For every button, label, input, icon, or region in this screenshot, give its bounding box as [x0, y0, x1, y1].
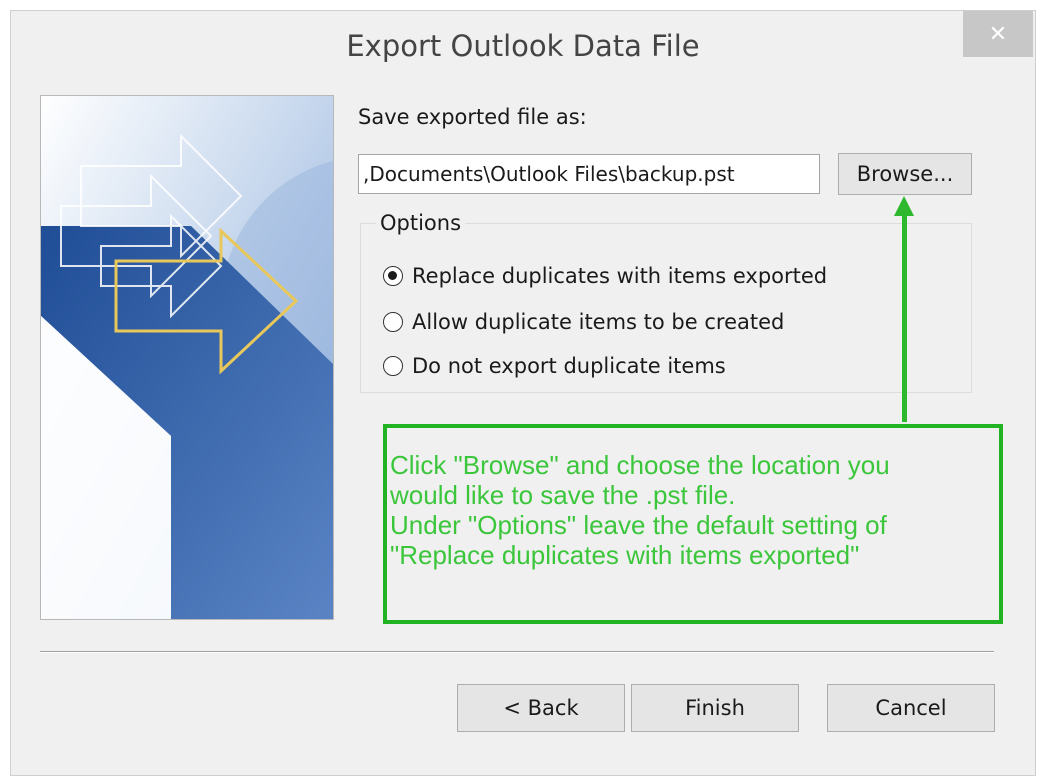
radio-button[interactable] — [383, 356, 403, 376]
radio-no-duplicates[interactable]: Do not export duplicate items — [383, 354, 726, 378]
radio-label: Allow duplicate items to be created — [412, 310, 785, 334]
options-legend: Options — [376, 211, 466, 235]
radio-allow-duplicates[interactable]: Allow duplicate items to be created — [383, 310, 784, 334]
annotation-arrow-icon — [894, 196, 914, 216]
finish-button[interactable]: Finish — [631, 684, 799, 732]
radio-button-checked[interactable] — [383, 266, 403, 286]
annotation-line: would like to save the .pst file. — [390, 480, 736, 510]
annotation-text: Click "Browse" and choose the location y… — [390, 450, 1002, 570]
back-button[interactable]: < Back — [457, 684, 625, 732]
cancel-button[interactable]: Cancel — [827, 684, 995, 732]
radio-replace-duplicates[interactable]: Replace duplicates with items exported — [383, 264, 827, 288]
save-path-input[interactable] — [358, 154, 820, 194]
annotation-line: Under "Options" leave the default settin… — [390, 510, 887, 540]
close-icon: ✕ — [988, 21, 1008, 47]
annotation-line: "Replace duplicates with items exported" — [390, 540, 860, 570]
radio-label: Replace duplicates with items exported — [412, 264, 828, 288]
annotation-line: Click "Browse" and choose the location y… — [390, 450, 890, 480]
save-as-label: Save exported file as: — [358, 105, 587, 129]
radio-label: Do not export duplicate items — [412, 354, 726, 378]
footer-divider — [40, 651, 994, 653]
dialog-title: Export Outlook Data File — [346, 29, 700, 63]
close-button[interactable]: ✕ — [963, 11, 1033, 57]
radio-button[interactable] — [383, 312, 403, 332]
browse-button[interactable]: Browse... — [838, 153, 972, 195]
annotation-arrow-line — [902, 212, 907, 422]
wizard-illustration — [40, 95, 334, 620]
